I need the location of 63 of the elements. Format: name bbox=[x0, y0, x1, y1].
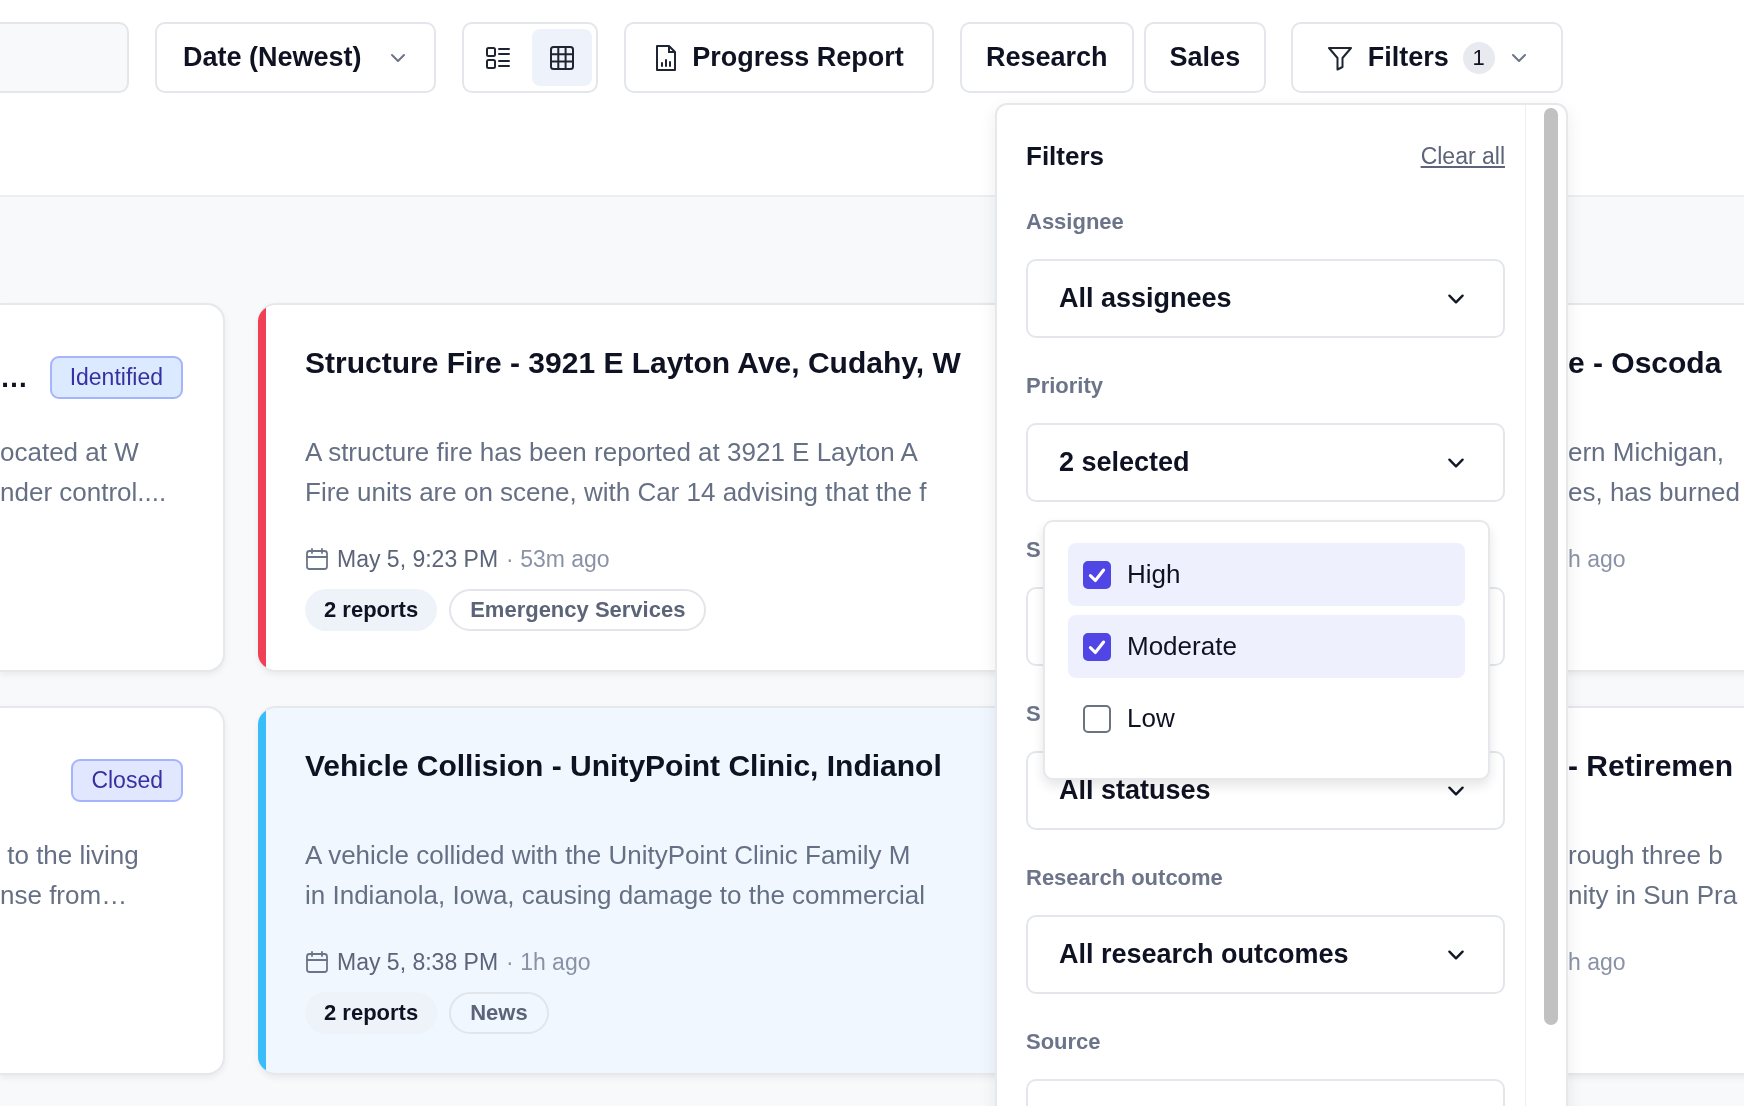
card-description: to the living bbox=[6, 839, 140, 872]
filter-label: Research outcome bbox=[1026, 864, 1223, 892]
card-description: nity in Sun Pra bbox=[1568, 879, 1739, 912]
incident-card[interactable]: e - Oscoda ern Michigan, es, has burned h ago bbox=[1566, 303, 1744, 672]
card-title: - Retiremen bbox=[1568, 748, 1735, 784]
document-chart-icon bbox=[654, 43, 679, 72]
checkbox[interactable] bbox=[1083, 632, 1111, 661]
filter-label: Priority bbox=[1026, 372, 1104, 400]
category-button[interactable]: Research bbox=[960, 22, 1134, 93]
grid-view-button[interactable] bbox=[532, 29, 592, 86]
priority-option[interactable]: Moderate bbox=[1068, 615, 1465, 678]
filter-label: S bbox=[1026, 700, 1041, 728]
card-description: A vehicle collided with the UnityPoint Clinic Family M bbox=[305, 839, 912, 872]
clear-all-link[interactable]: Clear all bbox=[1420, 142, 1505, 170]
category-tag: Emergency Services bbox=[449, 589, 707, 631]
filter-count: 1 bbox=[1462, 41, 1495, 74]
filter-label: Assignee bbox=[1026, 208, 1124, 236]
card-description: ocated at W bbox=[0, 436, 140, 469]
card-description: nse from… bbox=[0, 879, 129, 912]
card-title: e - Oscoda bbox=[1568, 345, 1723, 381]
card-age: · 53m ago bbox=[506, 545, 610, 573]
priority-option[interactable]: High bbox=[1068, 543, 1465, 606]
status-badge: Closed bbox=[71, 759, 183, 802]
list-icon bbox=[485, 44, 511, 71]
filter-select[interactable]: 2 selected bbox=[1026, 423, 1505, 502]
card-age: · 1h ago bbox=[506, 948, 591, 976]
report-count: 2 reports bbox=[305, 589, 438, 631]
card-description: in Indianola, Iowa, causing damage to the commercial bbox=[305, 879, 926, 912]
checkbox[interactable] bbox=[1083, 560, 1111, 589]
card-description: rough three b bbox=[1568, 839, 1724, 872]
calendar-icon bbox=[305, 950, 329, 974]
report-count: 2 reports bbox=[305, 992, 438, 1034]
filter-select[interactable]: All research outcomes bbox=[1026, 915, 1505, 994]
card-title: Structure Fire - 3921 E Layton Ave, Cudahy, W bbox=[305, 345, 961, 381]
grid-icon bbox=[549, 44, 575, 71]
card-date: May 5, 9:23 PM bbox=[337, 545, 499, 573]
search-field[interactable] bbox=[0, 22, 129, 93]
card-age: h ago bbox=[1568, 948, 1626, 976]
incident-card[interactable]: - Retiremen rough three b nity in Sun Pra h ago bbox=[1566, 706, 1744, 1075]
panel-title: Filters bbox=[1026, 140, 1105, 172]
card-title: … bbox=[0, 361, 28, 394]
filter-label: S bbox=[1026, 536, 1041, 564]
card-description: es, has burned bbox=[1568, 476, 1741, 509]
category-tag: News bbox=[449, 992, 549, 1034]
card-description: ern Michigan, bbox=[1568, 436, 1726, 469]
filter-select[interactable]: All assignees bbox=[1026, 259, 1505, 338]
filter-label: Source bbox=[1026, 1028, 1101, 1056]
card-date: May 5, 8:38 PM bbox=[337, 948, 499, 976]
report-button[interactable]: Progress Report bbox=[624, 22, 934, 93]
card-description: A structure fire has been reported at 3921 E Layton A bbox=[305, 436, 919, 469]
scrollbar-thumb[interactable] bbox=[1544, 108, 1558, 1025]
sort-dropdown[interactable]: Date (Newest) bbox=[155, 22, 436, 93]
card-description: nder control.... bbox=[0, 476, 168, 509]
card-age: h ago bbox=[1568, 545, 1626, 573]
status-badge: Identified bbox=[49, 356, 183, 399]
incident-card[interactable]: … Identified ocated at W nder control.... bbox=[0, 303, 225, 672]
card-description: Fire units are on scene, with Car 14 advising that the f bbox=[305, 476, 928, 509]
category-button[interactable]: Sales bbox=[1143, 22, 1267, 93]
card-title: Vehicle Collision - UnityPoint Clinic, Indianol bbox=[305, 748, 942, 784]
calendar-icon bbox=[305, 547, 329, 571]
incident-card[interactable]: Closed to the living nse from… bbox=[0, 706, 225, 1075]
checkbox[interactable] bbox=[1083, 704, 1111, 733]
filters-button[interactable]: Filters 1 bbox=[1291, 22, 1564, 93]
